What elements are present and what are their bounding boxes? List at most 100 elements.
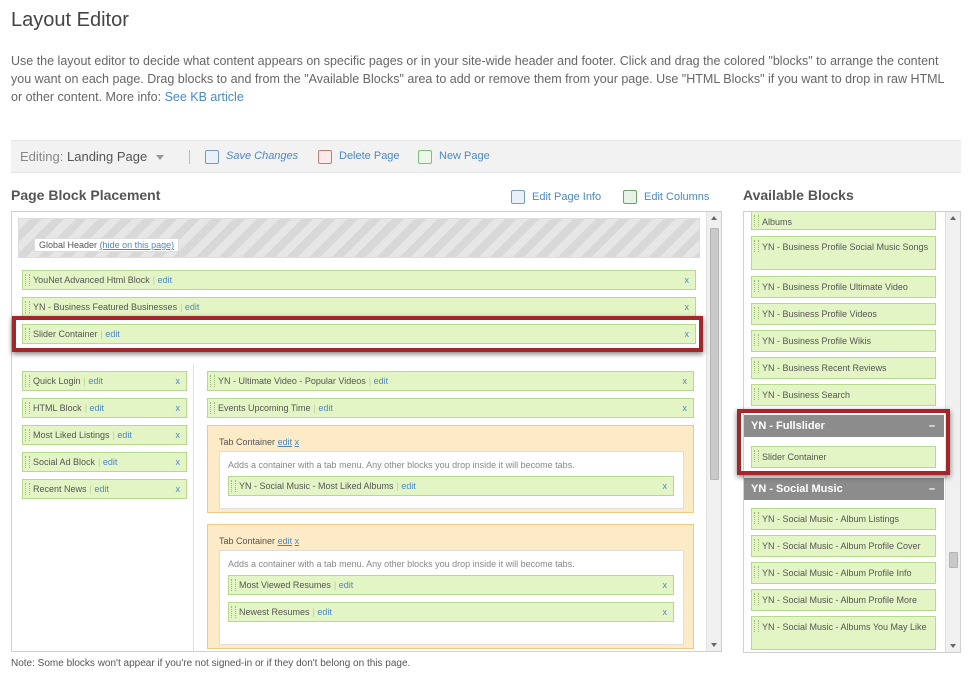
editor-toolbar: Editing: Landing Page Save Changes Delet… — [11, 140, 961, 173]
block-edit-link[interactable]: edit — [153, 275, 172, 285]
placement-scrollbar[interactable] — [706, 212, 721, 651]
remove-block-icon[interactable]: x — [176, 399, 181, 417]
remove-block-icon[interactable]: x — [683, 372, 688, 390]
tab-container-title: Tab Container edit x — [219, 536, 300, 546]
tab-drop-area[interactable]: Adds a container with a tab menu. Any ot… — [219, 550, 684, 645]
block-label: YouNet Advanced Html Block — [33, 275, 150, 285]
block-edit-link[interactable]: edit — [180, 302, 199, 312]
collapse-icon[interactable]: – — [929, 478, 935, 500]
placed-block[interactable]: Quick Loginedit x — [22, 371, 187, 391]
save-changes-button[interactable]: Save Changes — [226, 141, 298, 172]
placed-block[interactable]: Recent Newsedit x — [22, 479, 187, 499]
tab-container-description: Adds a container with a tab menu. Any ot… — [228, 559, 575, 569]
tab-container-remove-link[interactable]: x — [295, 536, 300, 546]
available-block[interactable]: YN - Social Music - Album Listings — [751, 508, 936, 530]
placed-block[interactable]: YN - Business Featured Businessesedit x — [22, 297, 696, 317]
available-block[interactable]: YN - Business Recent Reviews — [751, 357, 936, 379]
scrollbar-thumb[interactable] — [710, 228, 719, 480]
block-label: Quick Login — [33, 376, 81, 386]
page-block-placement-panel: Global Header (hide on this page) YouNet… — [11, 211, 722, 652]
tab-container-title: Tab Container edit x — [219, 437, 300, 447]
available-block[interactable]: YN - Social Music - Album Profile Info — [751, 562, 936, 584]
placed-block[interactable]: Newest Resumesedit x — [228, 602, 674, 622]
page-selector[interactable]: Editing: Landing Page — [20, 141, 164, 172]
edit-page-info-icon — [511, 190, 525, 204]
edit-page-info-link[interactable]: Edit Page Info — [532, 191, 601, 203]
block-label: Most Viewed Resumes — [239, 580, 331, 590]
scroll-down-arrow-icon[interactable] — [950, 644, 956, 648]
placed-block[interactable]: YN - Social Music - Most Liked Albumsedi… — [228, 476, 674, 496]
tab-container[interactable]: Tab Container edit x Adds a container wi… — [207, 425, 694, 513]
block-edit-link[interactable]: edit — [334, 580, 353, 590]
tab-drop-area[interactable]: Adds a container with a tab menu. Any ot… — [219, 451, 684, 509]
placed-block[interactable]: YN - Ultimate Video - Popular Videosedit… — [207, 371, 694, 391]
edit-columns-link[interactable]: Edit Columns — [644, 191, 709, 203]
block-label: Events Upcoming Time — [218, 403, 311, 413]
remove-block-icon[interactable]: x — [176, 453, 181, 471]
available-block[interactable]: YN - Business Profile Wikis — [751, 330, 936, 352]
remove-block-icon[interactable]: x — [176, 426, 181, 444]
page-title: Layout Editor — [11, 9, 129, 31]
available-block[interactable]: YN - Social Music - Album Profile Cover — [751, 535, 936, 557]
highlight-box — [12, 316, 703, 352]
block-edit-link[interactable]: edit — [314, 403, 333, 413]
block-edit-link[interactable]: edit — [369, 376, 388, 386]
block-label: Social Ad Block — [33, 457, 96, 467]
global-header-label: Global Header (hide on this page) — [34, 238, 180, 252]
remove-block-icon[interactable]: x — [663, 477, 668, 495]
remove-block-icon[interactable]: x — [176, 372, 181, 390]
block-label: YN - Social Music - Most Liked Albums — [239, 481, 394, 491]
block-label: YN - Ultimate Video - Popular Videos — [218, 376, 366, 386]
block-edit-link[interactable]: edit — [313, 607, 332, 617]
tab-container[interactable]: Tab Container edit x Adds a container wi… — [207, 524, 694, 649]
tab-container-edit-link[interactable]: edit — [278, 437, 293, 447]
scroll-down-arrow-icon[interactable] — [711, 643, 717, 647]
delete-page-icon — [318, 150, 332, 164]
available-block[interactable]: Albums — [751, 212, 936, 230]
main-column: YN - Ultimate Video - Popular Videosedit… — [200, 364, 700, 651]
placed-block[interactable]: Social Ad Blockedit x — [22, 452, 187, 472]
tab-container-remove-link[interactable]: x — [295, 437, 300, 447]
remove-block-icon[interactable]: x — [663, 576, 668, 594]
block-edit-link[interactable]: edit — [85, 403, 104, 413]
available-block[interactable]: YN - Business Search — [751, 384, 936, 406]
placed-block[interactable]: YouNet Advanced Html Blockedit x — [22, 270, 696, 290]
remove-block-icon[interactable]: x — [685, 271, 690, 289]
editing-label: Editing: — [20, 149, 64, 164]
available-block[interactable]: YN - Business Profile Ultimate Video — [751, 276, 936, 298]
remove-block-icon[interactable]: x — [683, 399, 688, 417]
new-page-button[interactable]: New Page — [439, 141, 490, 172]
scrollbar-thumb[interactable] — [949, 552, 958, 568]
remove-block-icon[interactable]: x — [663, 603, 668, 621]
available-block[interactable]: YN - Social Music - Album Profile More — [751, 589, 936, 611]
save-icon — [205, 150, 219, 164]
block-edit-link[interactable]: edit — [397, 481, 416, 491]
scroll-up-arrow-icon[interactable] — [950, 216, 956, 220]
page-block-placement-title: Page Block Placement — [11, 187, 161, 203]
new-page-icon — [418, 150, 432, 164]
block-edit-link[interactable]: edit — [84, 376, 103, 386]
available-block[interactable]: YN - Social Music - Albums You May Like — [751, 616, 936, 650]
category-header-social-music[interactable]: YN - Social Music – — [744, 478, 944, 500]
tab-container-edit-link[interactable]: edit — [278, 536, 293, 546]
global-header-region: Global Header (hide on this page) — [18, 218, 700, 258]
block-label: Most Liked Listings — [33, 430, 110, 440]
block-edit-link[interactable]: edit — [113, 430, 132, 440]
toolbar-divider — [189, 150, 190, 164]
block-edit-link[interactable]: edit — [98, 457, 117, 467]
available-block[interactable]: YN - Business Profile Social Music Songs — [751, 236, 936, 270]
delete-page-button[interactable]: Delete Page — [339, 141, 400, 172]
block-label: YN - Business Featured Businesses — [33, 302, 178, 312]
placed-block[interactable]: Events Upcoming Timeedit x — [207, 398, 694, 418]
remove-block-icon[interactable]: x — [176, 480, 181, 498]
remove-block-icon[interactable]: x — [685, 298, 690, 316]
hide-on-page-link[interactable]: (hide on this page) — [100, 240, 175, 250]
block-edit-link[interactable]: edit — [90, 484, 109, 494]
placed-block[interactable]: Most Viewed Resumesedit x — [228, 575, 674, 595]
scroll-up-arrow-icon[interactable] — [711, 216, 717, 220]
placed-block[interactable]: HTML Blockedit x — [22, 398, 187, 418]
kb-article-link[interactable]: See KB article — [165, 90, 244, 104]
left-column: Quick Loginedit x HTML Blockedit x Most … — [18, 364, 194, 651]
available-block[interactable]: YN - Business Profile Videos — [751, 303, 936, 325]
placed-block[interactable]: Most Liked Listingsedit x — [22, 425, 187, 445]
